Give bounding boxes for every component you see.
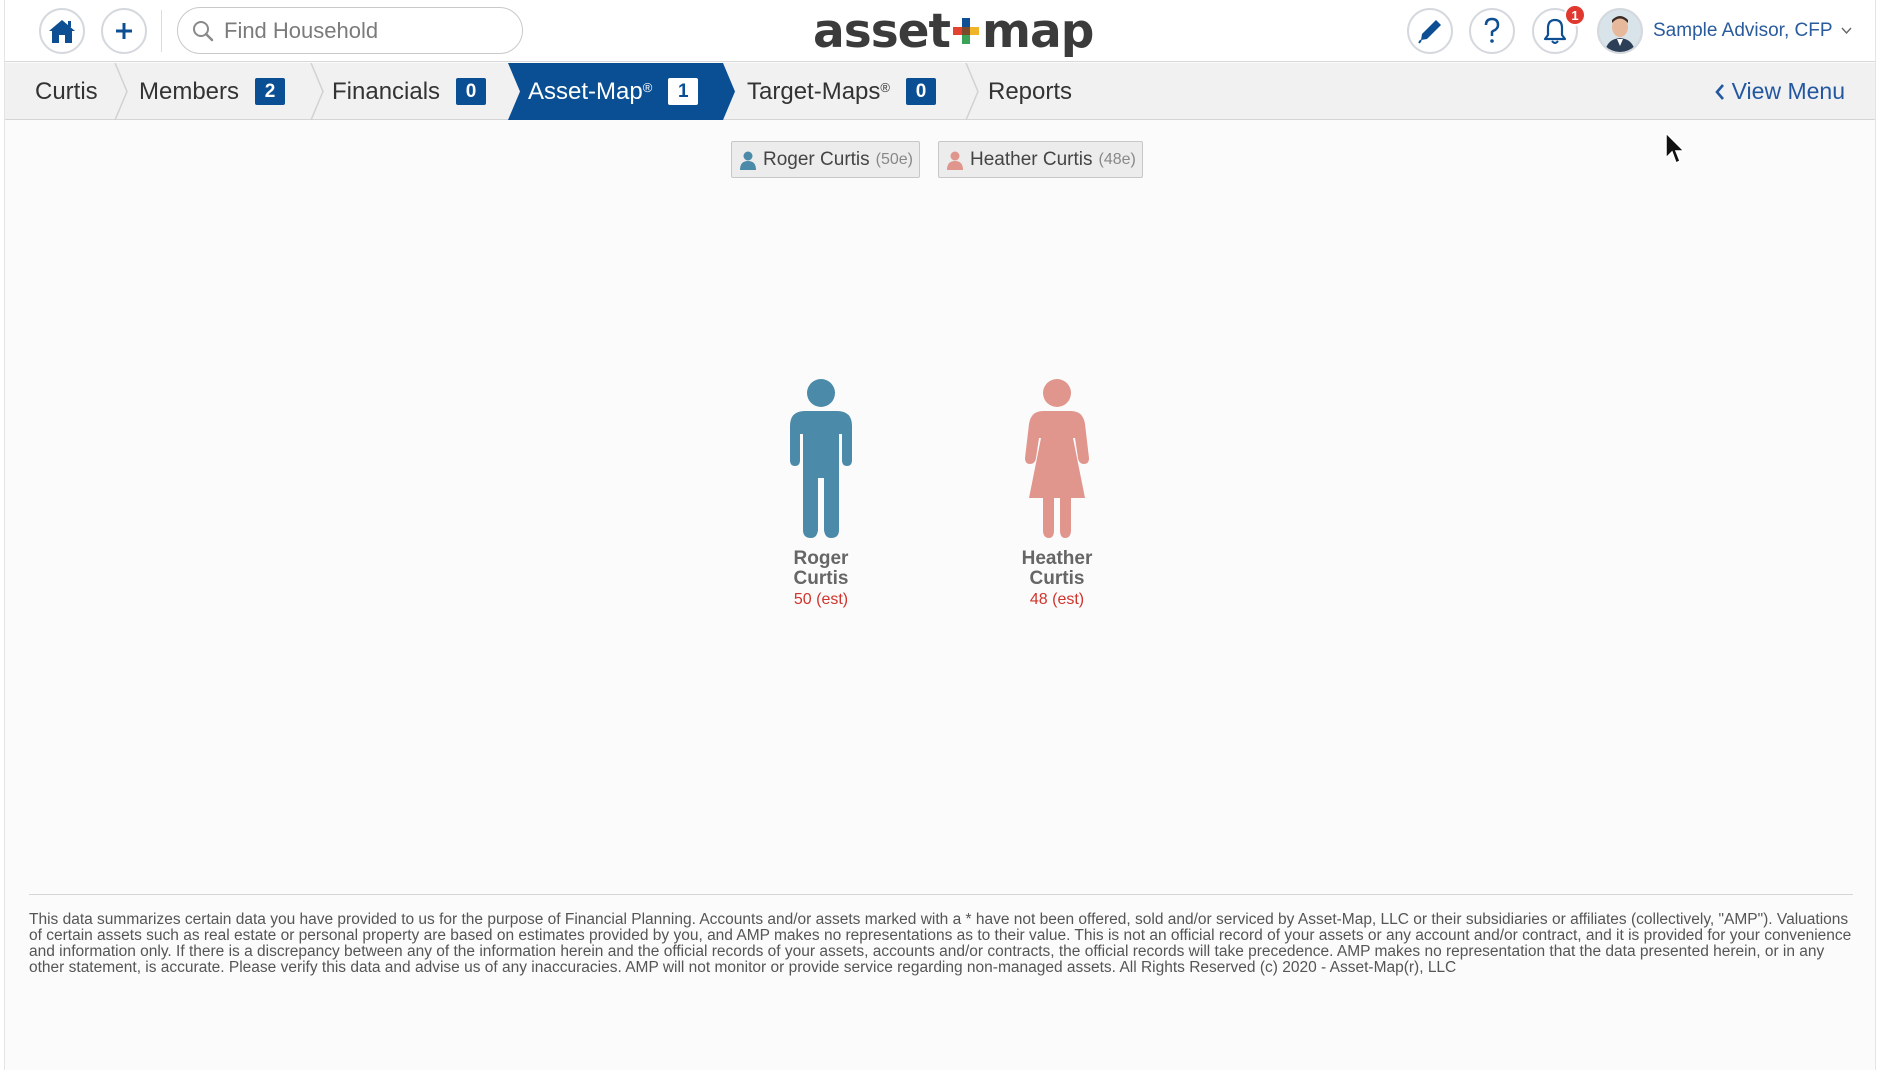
home-button[interactable] [39,8,85,54]
tab-reports[interactable]: Reports [988,63,1072,120]
tab-members[interactable]: Members 2 [139,63,286,120]
search-box[interactable] [177,7,523,54]
footer-divider [29,894,1853,895]
home-icon [49,20,75,43]
search-input[interactable] [224,17,504,44]
avatar [1597,8,1643,54]
member-age: 50 (est) [793,591,849,608]
member-chip-roger[interactable]: Roger Curtis (50e) [731,141,921,178]
member-chip-age: (50e) [875,150,914,168]
member-first-name: Roger [793,548,849,569]
logo-text-left: asset [813,3,951,59]
financials-count-badge: 0 [456,78,487,105]
person-icon [947,151,963,170]
add-household-button[interactable] [101,8,147,54]
target-maps-count-badge: 0 [905,78,936,105]
advisor-menu[interactable]: Sample Advisor, CFP [1597,7,1852,55]
help-button[interactable] [1469,8,1515,54]
member-figure-heather[interactable]: Heather Curtis 48 (est) [982,378,1132,609]
mouse-cursor-icon [1665,132,1686,165]
header-divider [161,10,162,52]
view-menu-label: View Menu [1731,78,1845,104]
pencil-icon [1418,20,1441,44]
view-menu-link[interactable]: View Menu [1714,63,1845,120]
disclaimer-text: This data summarizes certain data you ha… [29,911,1852,976]
member-first-name: Heather [1021,548,1093,569]
registered-mark: ® [880,80,890,95]
chevron-left-icon [1714,83,1724,100]
member-chip-age: (48e) [1098,150,1136,168]
person-icon [740,151,756,170]
edit-button[interactable] [1407,8,1453,54]
asset-map-count-badge: 1 [668,78,699,105]
logo-plus-icon [953,18,980,44]
question-icon [1484,17,1500,43]
notifications-button[interactable]: 1 [1532,4,1586,54]
member-chip-heather[interactable]: Heather Curtis (48e) [938,141,1143,178]
tab-financials[interactable]: Financials 0 [332,63,487,120]
chevron-down-icon [1841,27,1852,35]
tab-label: Curtis [35,77,98,105]
tab-label: Reports [988,77,1073,105]
tab-asset-map[interactable]: Asset-Map ® 1 [528,63,699,120]
female-person-icon [1025,379,1089,538]
app-frame: asset map [4,0,1876,1070]
male-person-icon [790,379,852,538]
tab-label: Asset-Map [528,77,643,105]
search-icon [193,20,214,41]
tab-label: Target-Maps [747,77,881,105]
member-last-name: Curtis [793,568,849,589]
notification-badge: 1 [1564,4,1586,26]
member-chip-name: Roger Curtis [763,148,870,170]
household-nav: Curtis Members 2 Financials 0 Asset-Map ®… [5,63,1875,120]
logo-text-right: map [982,3,1094,59]
members-count-badge: 2 [255,78,286,105]
tab-label: Members [139,77,240,105]
tab-curtis[interactable]: Curtis [35,63,98,120]
bell-icon [1543,18,1567,44]
plus-icon [116,23,132,39]
tab-target-maps[interactable]: Target-Maps ® 0 [747,63,936,120]
member-chip-name: Heather Curtis [970,148,1093,170]
top-header: asset map [5,0,1875,62]
member-last-name: Curtis [1029,568,1085,589]
advisor-name: Sample Advisor, CFP [1653,20,1833,41]
registered-mark: ® [642,80,653,95]
tab-label: Financials [332,77,441,105]
member-figure-roger[interactable]: Roger Curtis 50 (est) [746,378,896,609]
member-age: 48 (est) [1029,591,1085,608]
asset-map-logo: asset map [813,0,1094,62]
